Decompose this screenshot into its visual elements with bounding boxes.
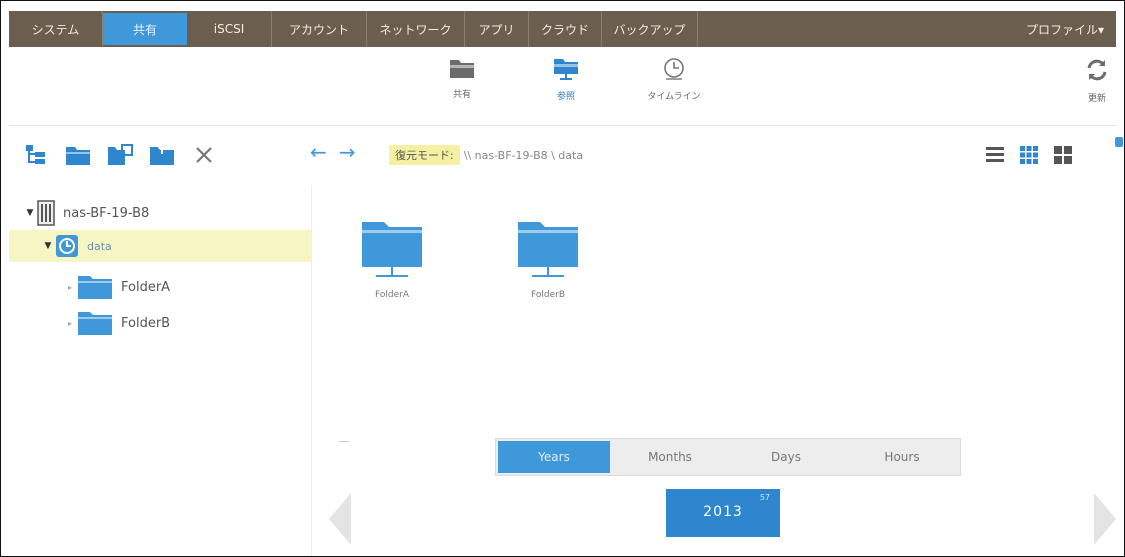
new-folder-button[interactable] [65,142,91,168]
top-nav: システム 共有 iSCSI アカウント ネットワーク アプリ クラウド バックア… [9,11,1116,47]
grid-view-icon[interactable] [1018,144,1040,166]
tree-icon [26,145,45,164]
app-frame: システム 共有 iSCSI アカウント ネットワーク アプリ クラウド バックア… [0,0,1125,557]
back-arrow-icon[interactable]: ← [310,142,327,162]
breadcrumb-path[interactable]: \\ nas-BF-19-B8 \ data [460,149,583,162]
copy-folder-button[interactable] [107,142,133,168]
timeline-months-button[interactable]: Months [612,439,728,475]
tree-view-button[interactable] [23,142,49,168]
view-switcher [984,144,1074,166]
timeline-year-block[interactable]: 57 2013 [666,489,780,537]
delete-icon [196,147,212,163]
browse-label: 参照 [556,92,575,102]
tab-accounts[interactable]: アカウント [272,11,367,47]
timeline-year-label: 2013 [703,504,743,520]
tree-folder-label: FolderA [121,279,171,295]
sub-toolbar: 共有 参照 タイムライン 更新 [9,47,1116,126]
copy-folder-icon [108,144,133,165]
folder-icon [78,276,112,299]
shares-button[interactable]: 共有 [427,57,497,100]
refresh-button[interactable]: 更新 [1077,57,1117,104]
tree-folder-label: FolderB [121,315,171,331]
move-folder-button[interactable] [149,142,175,168]
folder-icon [78,312,112,335]
tab-shares[interactable]: 共有 [103,13,187,45]
expand-toggle-icon[interactable]: ▼ [41,241,55,251]
tab-iscsi[interactable]: iSCSI [187,11,272,47]
tree-actions [23,135,217,175]
timeline-label: タイムライン [647,92,701,102]
timeline-granularity: Years Months Days Hours [495,438,961,476]
expand-toggle-icon[interactable]: ▸ [63,319,77,328]
browse-button[interactable]: 参照 [531,57,601,102]
timeline-hours-button[interactable]: Hours [844,439,960,475]
tab-backup[interactable]: バックアップ [602,11,698,47]
nas-device-icon [37,200,55,226]
snapshot-count-badge: 57 [759,493,770,502]
timeline-next-arrow-icon[interactable] [1094,493,1116,545]
tree-folder-node[interactable]: ▸ FolderB [63,310,170,336]
forward-arrow-icon[interactable]: → [339,142,356,162]
list-view-icon[interactable] [984,144,1006,166]
side-panel-handle[interactable] [1115,137,1123,147]
breadcrumb: 復元モード: \\ nas-BF-19-B8 \ data [389,144,583,166]
tree-volume-node[interactable]: ▼ data [9,230,311,262]
folder-tile-label: FolderB [531,290,565,300]
folder-tile[interactable]: FolderB [508,216,588,300]
tree-device-label: nas-BF-19-B8 [63,205,150,221]
folder-tree: ▼ nas-BF-19-B8 ▼ data ▸ FolderA ▸ Folder… [9,186,311,556]
timeline-tick [339,441,349,442]
refresh-label: 更新 [1087,94,1106,104]
tree-volume-label: data [87,239,112,253]
volume-icon [56,235,78,257]
restore-mode-label: 復元モード: [389,145,460,165]
tab-network[interactable]: ネットワーク [367,11,465,47]
tab-cloud[interactable]: クラウド [529,11,602,47]
new-folder-icon [66,147,90,165]
timeline-days-button[interactable]: Days [728,439,844,475]
timeline-years-button[interactable]: Years [498,441,610,473]
tab-apps[interactable]: アプリ [465,11,529,47]
browse-icon [554,59,578,80]
tile-view-icon[interactable] [1052,144,1074,166]
expand-toggle-icon[interactable]: ▼ [23,208,37,218]
expand-toggle-icon[interactable]: ▸ [63,283,77,292]
folder-tile[interactable]: FolderA [352,216,432,300]
folder-icon [518,222,578,277]
tree-folder-node[interactable]: ▸ FolderA [63,274,170,300]
folder-icon [450,60,474,78]
folder-icon [362,222,422,277]
folder-tile-label: FolderA [375,290,409,300]
profile-menu[interactable]: プロファイル▾ [1026,11,1116,47]
timeline-button[interactable]: タイムライン [624,57,724,102]
shares-label: 共有 [452,90,471,100]
move-folder-icon [150,145,174,165]
refresh-icon [1087,59,1107,81]
history-nav: ← → [310,142,356,162]
timeline-prev-arrow-icon[interactable] [329,493,351,545]
delete-button[interactable] [191,142,217,168]
tree-device-node[interactable]: ▼ nas-BF-19-B8 [23,198,149,228]
tab-system[interactable]: システム [9,11,103,47]
clock-icon [664,58,684,80]
